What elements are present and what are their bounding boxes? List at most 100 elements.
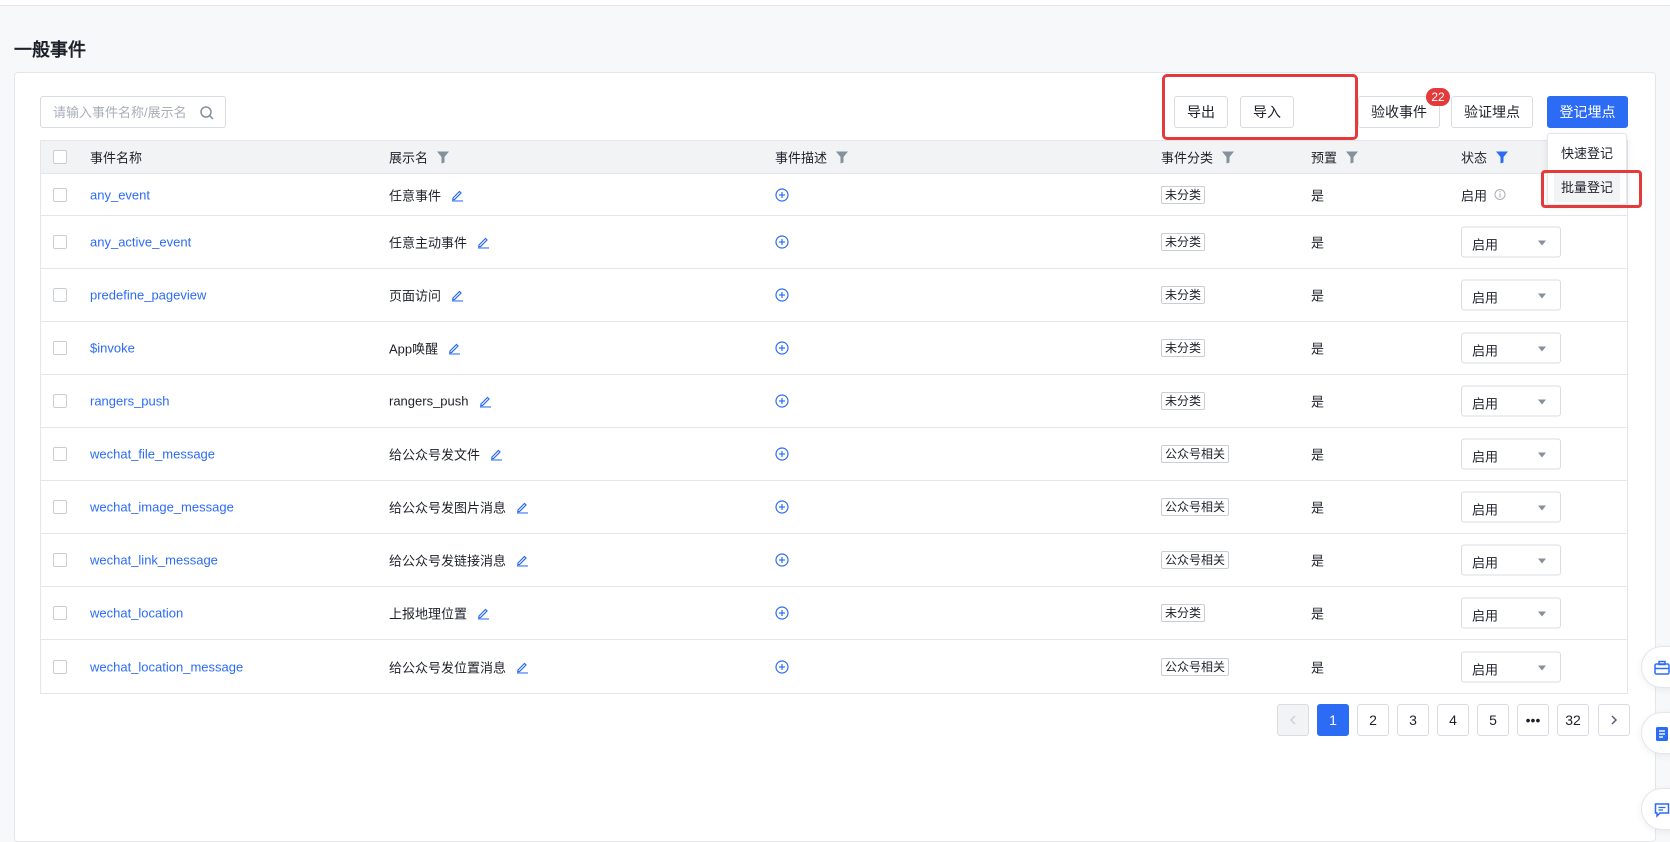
search-box[interactable] <box>40 96 226 128</box>
table-row: any_active_event 任意主动事件 未分类 是 启用 <box>41 216 1627 269</box>
table-row: wechat_location 上报地理位置 未分类 是 启用 <box>41 587 1627 640</box>
row-checkbox[interactable] <box>53 341 67 355</box>
page-ellipsis[interactable]: ••• <box>1517 704 1549 736</box>
add-description-icon[interactable] <box>775 659 789 674</box>
table-row: $invoke App唤醒 未分类 是 启用 <box>41 322 1627 375</box>
chevron-down-icon <box>1538 293 1546 299</box>
status-select-value: 启用 <box>1472 608 1499 624</box>
status-select[interactable]: 启用 <box>1461 332 1561 364</box>
status-select-value: 启用 <box>1472 290 1499 306</box>
filter-icon[interactable] <box>1222 151 1235 163</box>
status-select-value: 启用 <box>1472 662 1499 677</box>
event-name-link[interactable]: any_event <box>90 187 150 202</box>
filter-icon[interactable] <box>437 151 450 163</box>
add-description-icon[interactable] <box>775 447 789 461</box>
page-button[interactable]: 32 <box>1557 704 1589 736</box>
add-description-icon[interactable] <box>775 394 789 408</box>
event-name-link[interactable]: wechat_location <box>90 606 183 621</box>
event-name-link[interactable]: wechat_image_message <box>90 500 234 515</box>
info-icon[interactable] <box>1494 189 1506 201</box>
add-description-icon[interactable] <box>775 341 789 355</box>
row-checkbox[interactable] <box>53 606 67 620</box>
add-description-icon[interactable] <box>775 235 789 249</box>
event-name-link[interactable]: wechat_location_message <box>90 659 243 674</box>
event-name-link[interactable]: any_active_event <box>90 235 191 250</box>
verify-tracking-button[interactable]: 验证埋点 <box>1451 96 1533 128</box>
column-header-status: 状态 <box>1461 150 1488 166</box>
filter-icon[interactable] <box>1346 151 1359 163</box>
toolbox-icon <box>1654 660 1670 675</box>
edit-icon[interactable] <box>477 607 490 620</box>
search-input[interactable] <box>53 97 203 127</box>
event-name-link[interactable]: $invoke <box>90 341 135 356</box>
row-checkbox[interactable] <box>53 235 67 249</box>
status-select-value: 启用 <box>1472 502 1499 518</box>
category-tag: 公众号相关 <box>1161 445 1230 463</box>
row-checkbox[interactable] <box>53 659 67 674</box>
category-tag: 未分类 <box>1161 286 1206 304</box>
table-row: predefine_pageview 页面访问 未分类 是 启用 <box>41 269 1627 322</box>
register-tracking-button[interactable]: 登记埋点 <box>1547 96 1628 128</box>
page-button[interactable]: 4 <box>1437 704 1469 736</box>
highlight-box-batch-register <box>1541 170 1642 208</box>
page-title: 一般事件 <box>14 40 86 60</box>
event-name-link[interactable]: wechat_file_message <box>90 447 215 462</box>
edit-icon[interactable] <box>516 501 529 514</box>
column-header-display-name: 展示名 <box>389 150 429 166</box>
prev-page-button[interactable] <box>1277 704 1309 736</box>
add-description-icon[interactable] <box>775 606 789 620</box>
event-name-link[interactable]: predefine_pageview <box>90 288 206 303</box>
row-checkbox[interactable] <box>53 288 67 302</box>
filter-icon-active[interactable] <box>1496 151 1509 163</box>
table-row: any_event 任意事件 未分类 是 启用 <box>41 174 1627 216</box>
event-name-link[interactable]: wechat_link_message <box>90 553 218 568</box>
edit-icon[interactable] <box>451 188 464 201</box>
status-select-value: 启用 <box>1472 396 1499 412</box>
status-select[interactable]: 启用 <box>1461 279 1561 311</box>
document-icon <box>1656 727 1668 741</box>
row-checkbox[interactable] <box>53 394 67 408</box>
filter-icon[interactable] <box>836 151 849 163</box>
edit-icon[interactable] <box>516 660 529 673</box>
status-select[interactable]: 启用 <box>1461 438 1561 470</box>
edit-icon[interactable] <box>448 342 461 355</box>
status-select[interactable]: 启用 <box>1461 226 1561 258</box>
status-select[interactable]: 启用 <box>1461 651 1561 682</box>
page-button[interactable]: 2 <box>1357 704 1389 736</box>
chevron-down-icon <box>1538 505 1546 511</box>
chevron-right-icon <box>1611 715 1617 725</box>
category-tag: 公众号相关 <box>1161 657 1230 676</box>
edit-icon[interactable] <box>479 395 492 408</box>
select-all-checkbox[interactable] <box>53 150 67 164</box>
row-checkbox[interactable] <box>53 447 67 461</box>
preset-value: 是 <box>1311 606 1325 622</box>
preset-value: 是 <box>1311 188 1325 203</box>
add-description-icon[interactable] <box>775 553 789 567</box>
page-button[interactable]: 1 <box>1317 704 1349 736</box>
search-icon[interactable] <box>199 105 215 121</box>
status-select[interactable]: 启用 <box>1461 385 1561 417</box>
table-row: wechat_location_message 给公众号发位置消息 公众号相关 … <box>41 640 1627 693</box>
edit-icon[interactable] <box>477 236 490 249</box>
menu-item-quick-register[interactable]: 快速登记 <box>1548 136 1626 168</box>
row-checkbox[interactable] <box>53 500 67 514</box>
edit-icon[interactable] <box>451 289 464 302</box>
add-description-icon[interactable] <box>775 288 789 302</box>
status-select[interactable]: 启用 <box>1461 491 1561 523</box>
next-page-button[interactable] <box>1598 704 1630 736</box>
add-description-icon[interactable] <box>775 187 789 202</box>
status-select[interactable]: 启用 <box>1461 544 1561 576</box>
category-tag: 公众号相关 <box>1161 498 1230 516</box>
row-checkbox[interactable] <box>53 553 67 567</box>
edit-icon[interactable] <box>490 448 503 461</box>
chevron-down-icon <box>1538 399 1546 405</box>
category-tag: 未分类 <box>1161 604 1206 622</box>
page-button[interactable]: 5 <box>1477 704 1509 736</box>
event-name-link[interactable]: rangers_push <box>90 394 170 409</box>
add-description-icon[interactable] <box>775 500 789 514</box>
edit-icon[interactable] <box>516 554 529 567</box>
page-button[interactable]: 3 <box>1397 704 1429 736</box>
status-select[interactable]: 启用 <box>1461 597 1561 629</box>
row-checkbox[interactable] <box>53 187 67 202</box>
table-row: wechat_file_message 给公众号发文件 公众号相关 是 启用 <box>41 428 1627 481</box>
